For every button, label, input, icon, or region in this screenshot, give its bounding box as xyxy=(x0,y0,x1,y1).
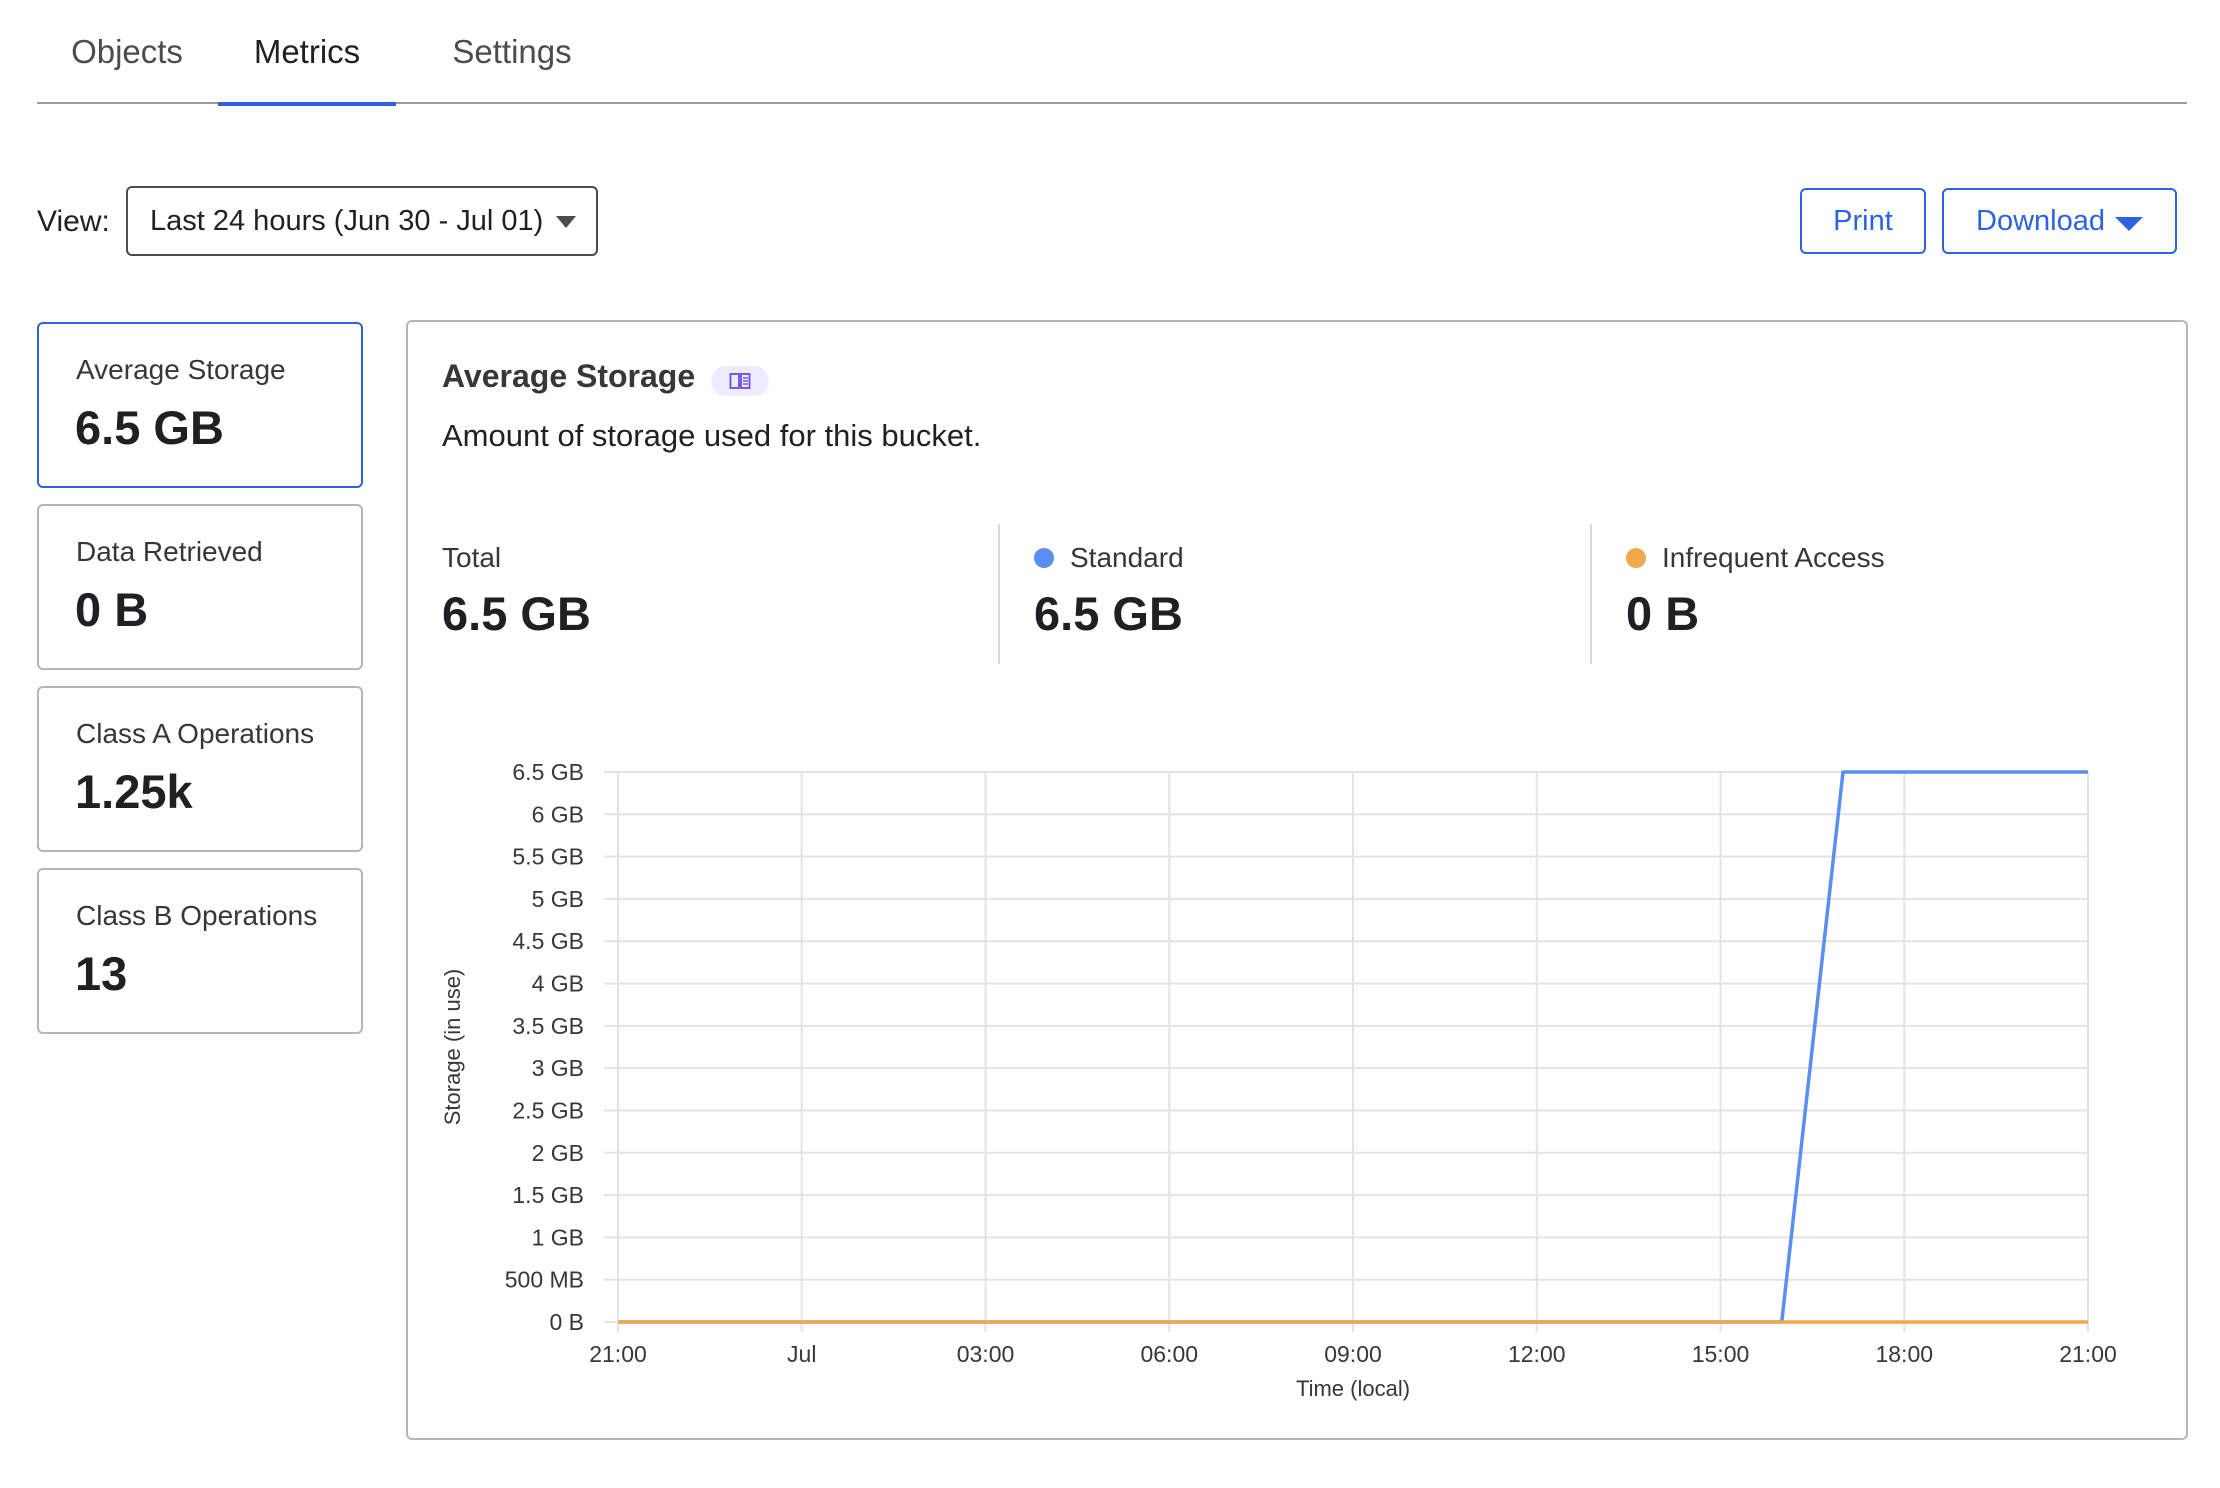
time-range-value: Last 24 hours (Jun 30 - Jul 01) xyxy=(150,204,544,237)
y-tick-label: 1 GB xyxy=(532,1224,584,1250)
card-class-a-operations[interactable]: Class A Operations 1.25k xyxy=(37,686,363,852)
card-data-retrieved[interactable]: Data Retrieved 0 B xyxy=(37,504,363,670)
x-tick-label: 15:00 xyxy=(1692,1341,1750,1367)
x-tick-label: Jul xyxy=(787,1341,816,1367)
tab-bar: Objects Metrics Settings xyxy=(37,0,2187,106)
card-value: 0 B xyxy=(75,583,149,636)
y-tick-label: 5 GB xyxy=(532,886,584,912)
storage-line-chart: 0 B 500 MB 1 GB 1.5 GB 2 GB 2.5 GB 3 GB 3.5 GB 4… xyxy=(440,759,2117,1401)
metric-detail-panel: Average Storage Amount of storage used f… xyxy=(406,320,2188,1440)
card-average-storage[interactable]: Average Storage 6.5 GB xyxy=(37,322,363,488)
y-tick-label: 4 GB xyxy=(532,971,584,997)
print-button-label: Print xyxy=(1833,204,1893,237)
card-label: Average Storage xyxy=(76,354,286,385)
y-tick-label: 2 GB xyxy=(532,1140,584,1166)
y-tick-label: 3 GB xyxy=(532,1055,584,1081)
card-label: Data Retrieved xyxy=(76,536,263,567)
caret-down-icon xyxy=(2115,217,2143,231)
card-value: 13 xyxy=(75,947,128,1000)
chevron-down-icon xyxy=(556,216,576,228)
view-label: View: xyxy=(37,205,110,238)
card-label: Class A Operations xyxy=(76,718,315,749)
download-button-label: Download xyxy=(1976,204,2105,237)
time-range-select[interactable]: Last 24 hours (Jun 30 - Jul 01) xyxy=(126,186,598,256)
card-label: Class B Operations xyxy=(76,900,318,931)
card-class-b-operations[interactable]: Class B Operations 13 xyxy=(37,868,363,1034)
download-button[interactable]: Download xyxy=(1942,188,2177,254)
y-tick-label: 1.5 GB xyxy=(512,1182,584,1208)
y-tick-label: 0 B xyxy=(549,1309,584,1335)
y-tick-label: 3.5 GB xyxy=(512,1013,584,1039)
tab-objects[interactable]: Objects xyxy=(37,0,217,104)
y-tick-label: 500 MB xyxy=(505,1267,584,1293)
card-value: 6.5 GB xyxy=(75,401,224,454)
tab-settings[interactable]: Settings xyxy=(421,0,603,104)
x-axis-label: Time (local) xyxy=(1296,1376,1410,1401)
x-tick-label: 18:00 xyxy=(1875,1341,1933,1367)
y-axis-label: Storage (in use) xyxy=(440,969,465,1126)
metrics-page: Objects Metrics Settings View: Last 24 h… xyxy=(0,0,2220,1488)
x-tick-label: 21:00 xyxy=(2059,1341,2117,1367)
tab-metrics[interactable]: Metrics xyxy=(218,0,396,106)
x-tick-label: 06:00 xyxy=(1140,1341,1198,1367)
x-tick-label: 03:00 xyxy=(957,1341,1015,1367)
print-button[interactable]: Print xyxy=(1800,188,1926,254)
y-tick-label: 5.5 GB xyxy=(512,844,584,870)
y-tick-label: 6.5 GB xyxy=(512,759,584,785)
x-tick-label: 21:00 xyxy=(589,1341,647,1367)
y-tick-label: 2.5 GB xyxy=(512,1097,584,1123)
x-tick-label: 12:00 xyxy=(1508,1341,1566,1367)
y-tick-label: 4.5 GB xyxy=(512,928,584,954)
x-tick-label: 09:00 xyxy=(1324,1341,1382,1367)
y-tick-label: 6 GB xyxy=(532,801,584,827)
card-value: 1.25k xyxy=(75,765,193,818)
